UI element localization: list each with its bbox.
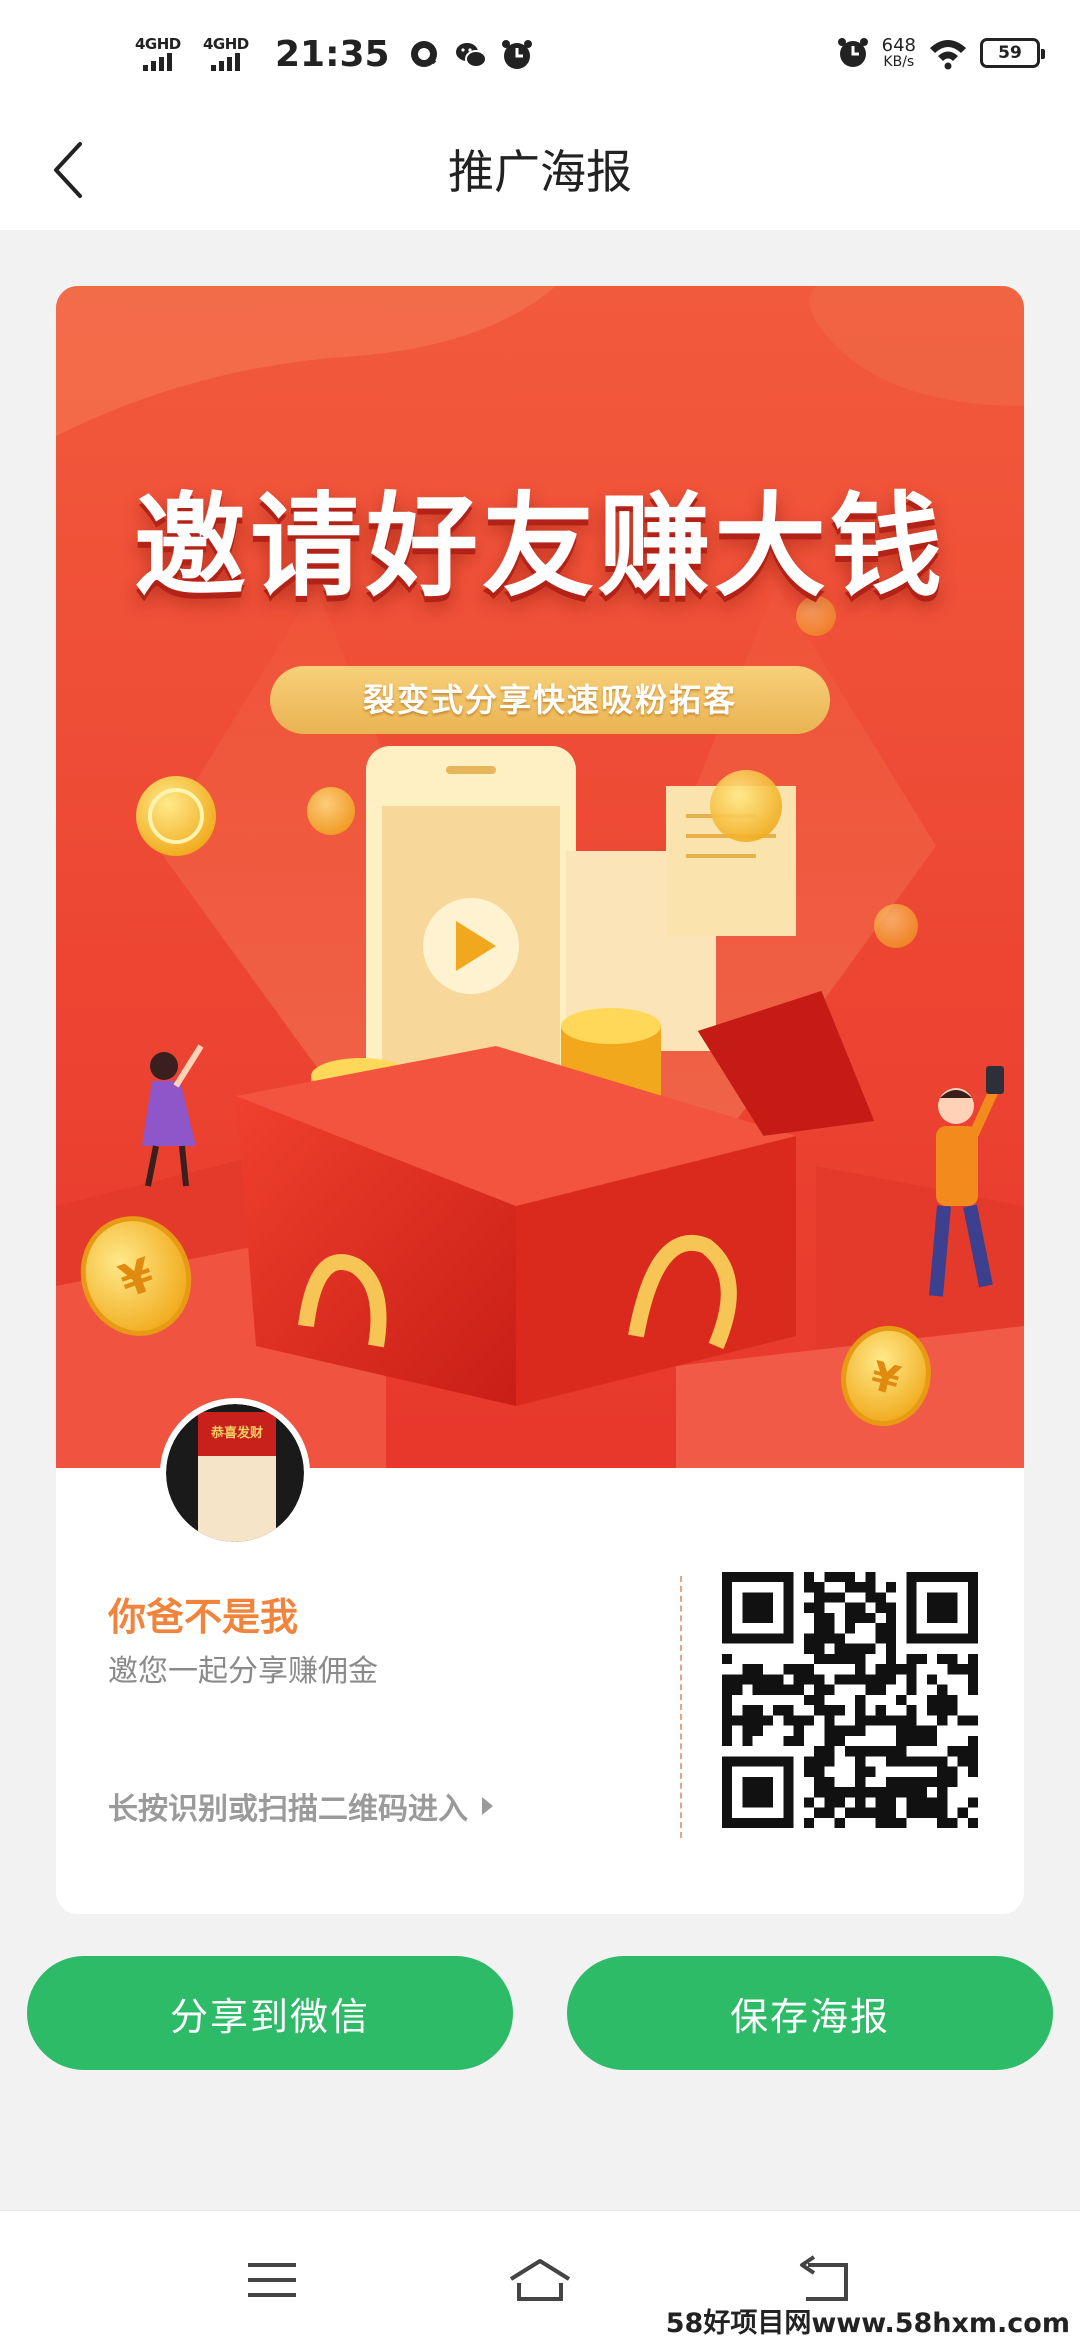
scan-hint: 长按识别或扫描二维码进入 (108, 1784, 493, 1828)
home-icon[interactable] (505, 2255, 575, 2305)
save-poster-button[interactable]: 保存海报 (567, 1956, 1053, 2070)
dashed-divider (680, 1576, 682, 1838)
network-indicator-1: 4GHD (135, 35, 191, 75)
avatar-caption: 恭喜发财 (198, 1412, 276, 1456)
qr-code[interactable] (722, 1572, 978, 1828)
user-name: 你爸不是我 (108, 1595, 299, 1639)
page-title: 推广海报 (448, 145, 632, 199)
wifi-icon (930, 40, 966, 70)
triangle-right-icon (482, 1797, 493, 1815)
signal-bars-icon (211, 52, 240, 71)
network-speed: 648 KB/s (881, 35, 916, 70)
poster-tagline: 裂变式分享快速吸粉拓客 (270, 666, 830, 734)
status-bar: 4GHD 4GHD 21:35 648 KB/s 59 (0, 0, 1080, 110)
network-indicator-2: 4GHD (203, 35, 259, 75)
poster-headline: 邀请好友赚大钱 (134, 482, 946, 612)
back-icon[interactable] (792, 2255, 852, 2305)
alarm-clock-icon (501, 39, 532, 69)
invite-text: 邀您一起分享赚佣金 (108, 1654, 378, 1689)
battery-icon: 59 (980, 38, 1045, 68)
poster-card[interactable]: ¥ ¥ 邀请好友赚大钱 裂变式分享快速吸粉拓客 恭喜发财 你爸不是我 邀您一起分… (56, 286, 1024, 1914)
share-to-wechat-button[interactable]: 分享到微信 (27, 1956, 513, 2070)
status-left: 4GHD 4GHD 21:35 (135, 34, 534, 75)
avatar: 恭喜发财 (160, 1398, 310, 1548)
alarm-icon (837, 38, 868, 67)
speed-unit: KB/s (883, 54, 915, 70)
title-bar: 推广海报 (0, 110, 1080, 230)
q-icon (410, 40, 437, 67)
clock-time: 21:35 (275, 34, 390, 75)
network-label: 4GHD (203, 34, 249, 53)
wechat-icon (455, 42, 487, 68)
speed-value: 648 (881, 35, 916, 56)
network-label: 4GHD (135, 34, 181, 53)
menu-icon[interactable] (242, 2255, 302, 2305)
battery-level: 59 (998, 43, 1022, 63)
status-right: 648 KB/s 59 (836, 35, 1045, 70)
signal-bars-icon (143, 52, 172, 71)
watermark: 58好项目网www.58hxm.com (661, 2301, 1074, 2340)
scan-hint-text: 长按识别或扫描二维码进入 (108, 1792, 468, 1827)
